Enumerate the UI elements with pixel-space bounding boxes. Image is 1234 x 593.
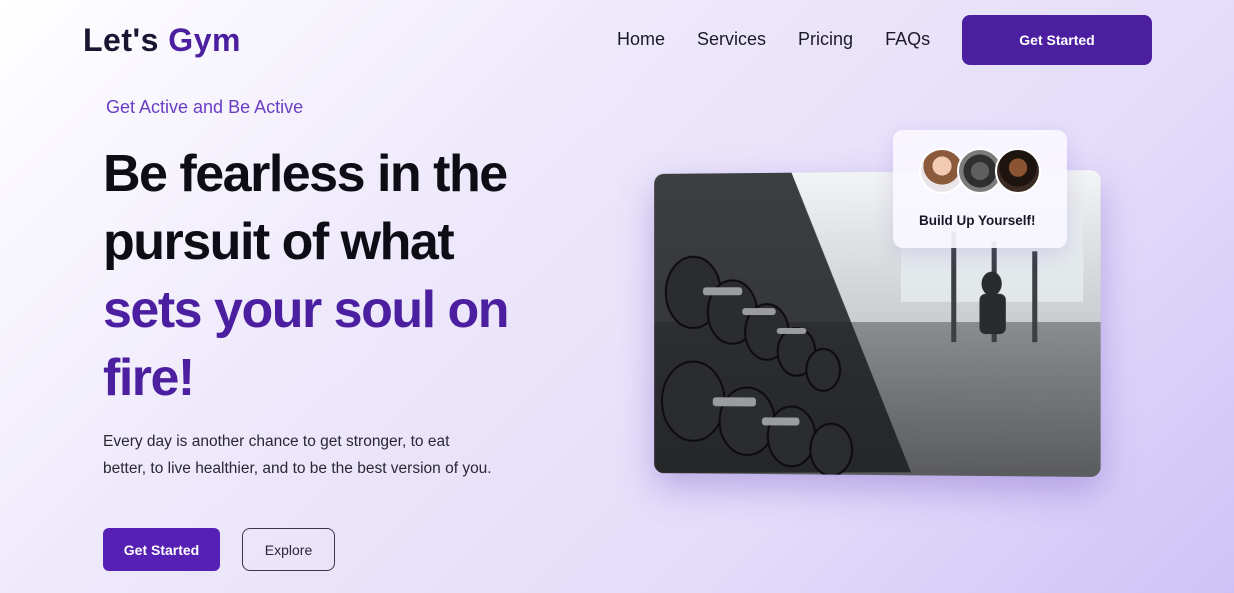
get-started-button[interactable]: Get Started <box>103 528 220 571</box>
hero-description: Every day is another chance to get stron… <box>103 433 492 477</box>
hero-headline: Be fearless in the pursuit of what sets … <box>103 140 523 412</box>
hero-headline-line2: pursuit of what <box>103 213 455 271</box>
hero-headline-accent: sets your soul on fire! <box>103 281 510 407</box>
build-up-card: Build Up Yourself! <box>893 130 1067 248</box>
brand-logo-part2: Gym <box>168 22 241 58</box>
nav-home[interactable]: Home <box>617 29 665 50</box>
avatar-group <box>919 148 1041 194</box>
explore-button[interactable]: Explore <box>242 528 335 571</box>
nav-faqs[interactable]: FAQs <box>885 29 930 50</box>
main-nav: Home Services Pricing FAQs <box>617 29 930 50</box>
brand-logo-part1: Let's <box>83 22 159 58</box>
avatar <box>995 148 1041 194</box>
hero-tagline: Get Active and Be Active <box>106 97 304 117</box>
brand-logo[interactable]: Let's Gym <box>83 22 241 59</box>
nav-pricing[interactable]: Pricing <box>798 29 853 50</box>
card-label: Build Up Yourself! <box>919 213 1036 228</box>
hero-headline-line1: Be fearless in the <box>103 145 508 203</box>
nav-services[interactable]: Services <box>697 29 766 50</box>
nav-get-started-button[interactable]: Get Started <box>962 15 1152 65</box>
